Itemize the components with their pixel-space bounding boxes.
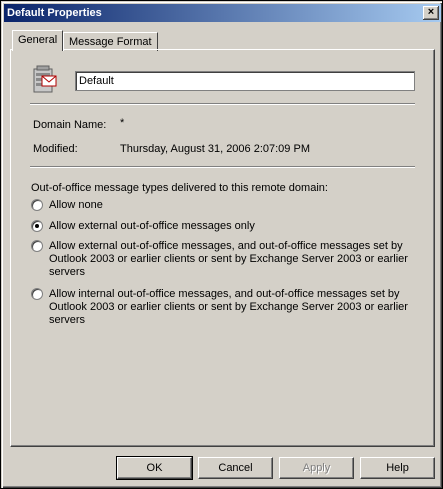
radio-allow-external-only[interactable] [31,220,43,232]
option-allow-internal-and-legacy-label[interactable]: Allow internal out-of-office messages, a… [49,288,408,327]
modified-label: Modified: [33,143,78,155]
window-title: Default Properties [7,7,102,19]
server-mail-icon [33,65,57,93]
option-line: Outlook 2003 or earlier clients or sent … [49,301,408,313]
option-line: servers [49,266,86,278]
ooo-heading: Out-of-office message types delivered to… [31,182,328,194]
option-line: servers [49,314,86,326]
option-line: Allow external out-of-office messages on… [49,220,255,232]
cancel-button[interactable]: Cancel [198,457,273,479]
title-bar[interactable]: Default Properties × [4,4,441,22]
help-button[interactable]: Help [360,457,435,479]
tab-general[interactable]: General [12,30,64,51]
option-allow-none-label[interactable]: Allow none [49,199,103,212]
properties-dialog: Default Properties × General Message For… [0,0,443,489]
radio-allow-none[interactable] [31,199,43,211]
separator-top [30,103,415,105]
close-icon: × [427,6,435,18]
option-line: Outlook 2003 or earlier clients or sent … [49,253,408,265]
option-line: Allow external out-of-office messages, a… [49,240,403,252]
radio-allow-external-and-legacy[interactable] [31,240,43,252]
modified-value: Thursday, August 31, 2006 2:07:09 PM [120,143,310,155]
option-line: Allow none [49,199,103,211]
close-button[interactable]: × [423,6,439,20]
option-allow-external-and-legacy-label[interactable]: Allow external out-of-office messages, a… [49,240,408,279]
radio-allow-internal-and-legacy[interactable] [31,288,43,300]
apply-button[interactable]: Apply [279,457,354,479]
separator-bottom [30,166,415,168]
domain-name-input[interactable]: Default [75,71,415,91]
tab-message-format-label: Message Format [69,36,152,48]
option-allow-external-only-label[interactable]: Allow external out-of-office messages on… [49,220,255,233]
ok-button[interactable]: OK [116,456,193,480]
domain-name-label: Domain Name: [33,119,107,131]
radio-dot [35,224,39,228]
domain-name-value: * [120,117,125,129]
tab-general-label: General [18,34,58,46]
option-line: Allow internal out-of-office messages, a… [49,288,400,300]
